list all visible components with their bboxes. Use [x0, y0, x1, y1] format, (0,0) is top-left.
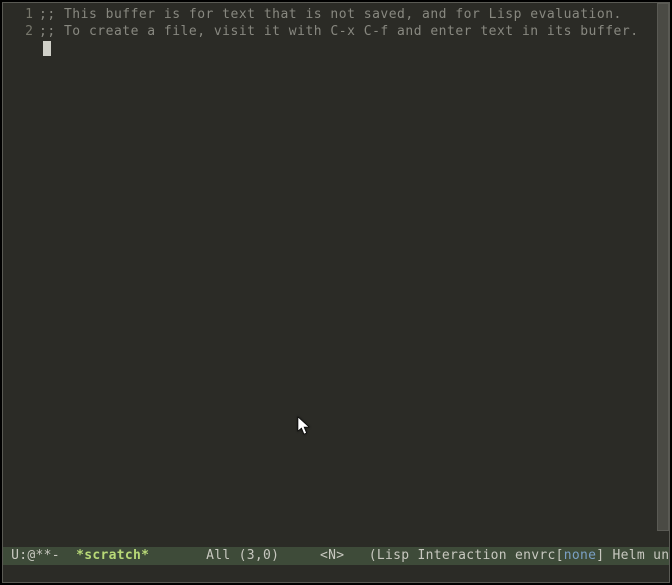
cursor-line: [3, 40, 669, 57]
modeline-minor-modes[interactable]: ] Helm unim: [596, 547, 669, 565]
editor-frame: 1 ;; This buffer is for text that is not…: [2, 2, 670, 583]
text-buffer[interactable]: 1 ;; This buffer is for text that is not…: [3, 3, 669, 547]
line-text: ;; To create a file, visit it with C-x C…: [39, 23, 639, 40]
line-text: ;; This buffer is for text that is not s…: [39, 6, 622, 23]
modeline-evil-state: <N>: [320, 547, 344, 565]
modeline-spacer: [149, 547, 206, 565]
text-cursor: [43, 41, 51, 56]
modeline-buffer-name[interactable]: *scratch*: [76, 547, 149, 565]
buffer-line: 2 ;; To create a file, visit it with C-x…: [3, 23, 669, 40]
line-number: 1: [3, 6, 39, 23]
mode-line[interactable]: U:@**- *scratch* All (3,0) <N> (Lisp Int…: [3, 547, 669, 565]
scrollbar-track[interactable]: [657, 3, 669, 547]
buffer-line: 1 ;; This buffer is for text that is not…: [3, 6, 669, 23]
minibuffer[interactable]: [3, 565, 669, 582]
modeline-status: U:@**-: [3, 547, 76, 565]
modeline-spacer: [279, 547, 320, 565]
line-number: 2: [3, 23, 39, 40]
modeline-envrc-status: none: [564, 547, 597, 565]
line-number-empty: [3, 40, 39, 57]
modeline-position: All (3,0): [206, 547, 279, 565]
modeline-major-mode[interactable]: (Lisp Interaction envrc[: [369, 547, 564, 565]
scrollbar-thumb[interactable]: [657, 3, 669, 531]
modeline-spacer: [344, 547, 368, 565]
